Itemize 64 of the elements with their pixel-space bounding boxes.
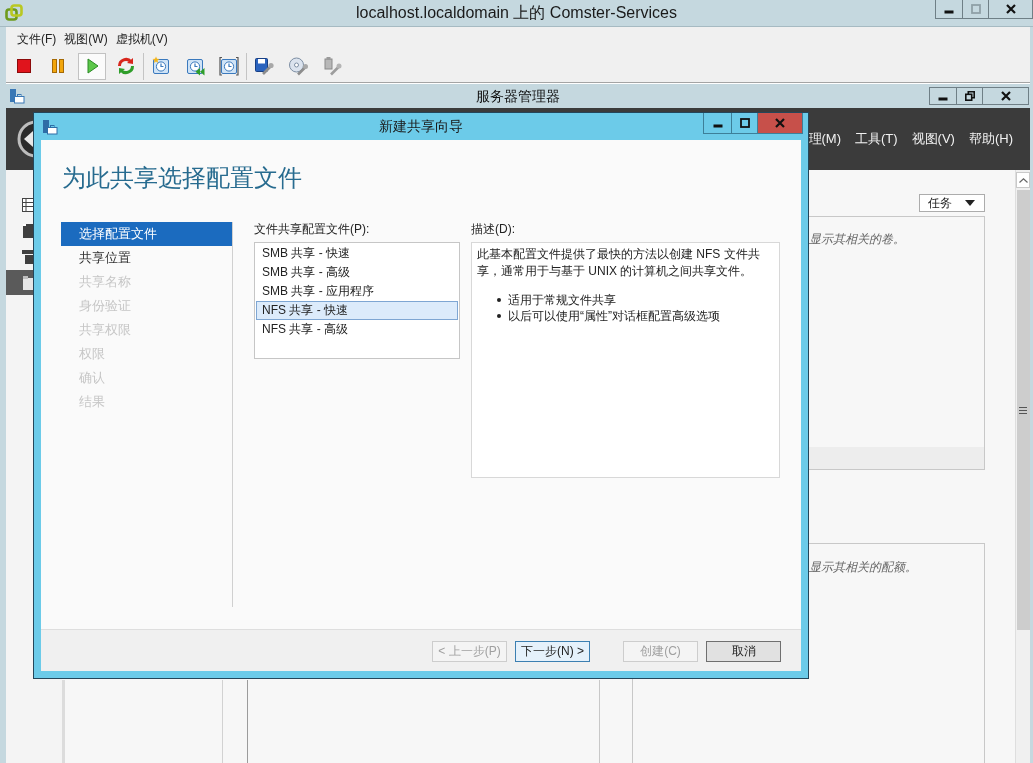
menu-item[interactable]: 虚拟机(V) (115, 30, 168, 47)
page-heading: 为此共享选择配置文件 (61, 163, 302, 193)
caret-down-icon (965, 200, 975, 206)
menu-item[interactable]: 文件(F) (17, 30, 57, 47)
floppy-wrench-icon (254, 56, 274, 76)
menu-item[interactable]: 工具(T) (855, 130, 898, 148)
list-item[interactable]: SMB 共享 - 应用程序 (256, 282, 458, 301)
scrollbar-thumb[interactable] (1016, 190, 1030, 630)
profile-list[interactable]: SMB 共享 - 快速 SMB 共享 - 高级 SMB 共享 - 应用程序 NFS 共享 - 快速 NFS 共享 - 高级 (254, 242, 460, 359)
sidebar-item[interactable] (6, 270, 33, 295)
server-icon (42, 118, 58, 135)
chevron-up-icon (1018, 177, 1028, 183)
app-logo-icon (5, 4, 23, 22)
hint-text: 显示其相关的卷。 (808, 231, 905, 247)
servers-icon (22, 248, 33, 265)
restore-icon (964, 91, 975, 101)
dialog-button[interactable]: 取消 (706, 641, 781, 662)
close-button[interactable] (988, 0, 1033, 19)
minimize-button[interactable] (935, 0, 963, 19)
refresh-icon (116, 56, 136, 76)
stop-icon (14, 56, 34, 76)
list-item[interactable]: NFS 共享 - 高级 (256, 320, 458, 339)
wizard-step[interactable]: 共享位置 (61, 246, 232, 270)
hint-text: 显示其相关的配额。 (809, 559, 917, 575)
clock-rewind-icon (185, 56, 205, 76)
window-title: 服务器管理器 (476, 87, 560, 106)
server-icon (22, 222, 33, 239)
close-button[interactable] (982, 87, 1029, 105)
scroll-up-button[interactable] (1016, 172, 1030, 188)
dialog-title: 新建共享向导 (379, 117, 463, 136)
list-item[interactable]: SMB 共享 - 快速 (256, 244, 458, 263)
wizard-button[interactable]: 下一步(N) > (515, 641, 590, 662)
server-icon (9, 88, 25, 104)
maximize-icon (739, 118, 750, 128)
bullet-text: 以后可以使用“属性”对话框配置高级选项 (508, 307, 720, 325)
list-item[interactable]: NFS 共享 - 快速 (256, 301, 458, 320)
grid-icon (22, 196, 33, 213)
bullet-text: 适用于常规文件共享 (508, 291, 616, 309)
plug-wrench-icon (322, 56, 342, 76)
close-icon (775, 118, 785, 128)
maximize-icon (970, 4, 981, 14)
menu-item[interactable]: 帮助(H) (968, 130, 1013, 148)
scrollbar[interactable] (1015, 170, 1030, 763)
list-item[interactable]: SMB 共享 - 高级 (256, 263, 458, 282)
clock-brackets-icon (219, 56, 239, 76)
bullet-icon (497, 314, 501, 318)
restore-button[interactable] (956, 87, 983, 105)
menu-item[interactable]: 视图(V) (911, 130, 955, 148)
description-text: 此基本配置文件提供了最快的方法以创建 NFS 文件共享，通常用于与基于 UNIX 的计算机之间共享文件。 (477, 246, 761, 280)
wizard-step[interactable]: 选择配置文件 (61, 222, 232, 246)
menu-item[interactable]: 视图(W) (64, 30, 108, 47)
folder-icon (22, 274, 33, 291)
list-label: 文件共享配置文件(P): (254, 222, 371, 236)
disc-wrench-icon (288, 56, 308, 76)
bullet-icon (497, 298, 501, 302)
menu-item[interactable]: 理(M) (808, 130, 841, 148)
tasks-dropdown[interactable]: 任务 (919, 194, 985, 212)
grip-icon (1019, 406, 1027, 414)
close-icon (1005, 4, 1016, 14)
minimize-button[interactable] (929, 87, 957, 105)
close-icon (1000, 91, 1011, 101)
minimize-button[interactable] (703, 113, 732, 134)
description-label: 描述(D): (471, 222, 516, 236)
window-title: localhost.localdomain 上的 Comster-Services (356, 3, 677, 23)
